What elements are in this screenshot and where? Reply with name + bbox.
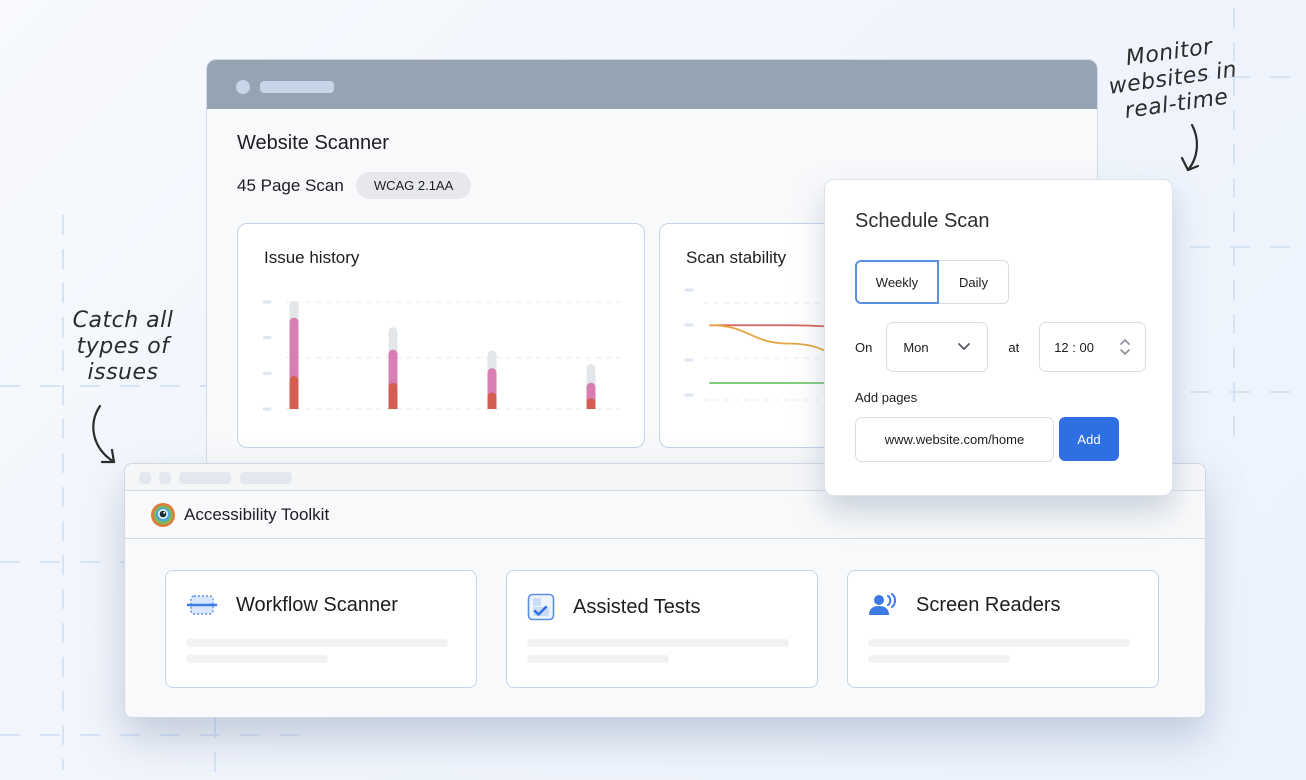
tool-label: Screen Readers <box>916 593 1061 616</box>
window-title-placeholder <box>260 81 334 93</box>
skeleton-line <box>186 639 448 647</box>
schedule-scan-dialog: Schedule Scan Weekly Daily On Mon at 12 … <box>824 179 1173 496</box>
annotation-line: issues <box>87 360 159 385</box>
toolkit-title: Accessibility Toolkit <box>184 504 330 524</box>
tool-card-screen-readers[interactable]: Screen Readers <box>847 570 1159 688</box>
grid-line <box>1190 246 1306 248</box>
at-label: at <box>1008 339 1020 355</box>
skeleton-line <box>868 655 1010 663</box>
window-dot <box>236 80 250 94</box>
wcag-badge: WCAG 2.1AA <box>355 172 472 199</box>
bar-base <box>487 405 497 409</box>
issue-history-card: Issue history <box>237 223 645 448</box>
scanner-title: Website Scanner <box>237 132 389 154</box>
window-titlebar <box>207 60 1097 109</box>
grid-line <box>1190 391 1306 393</box>
stepper-arrows-icon[interactable] <box>1119 338 1131 356</box>
skeleton-line <box>527 639 789 647</box>
day-value: Mon <box>903 339 929 355</box>
schedule-time-row: On Mon at 12 : 00 <box>855 322 1147 372</box>
tab-placeholder[interactable] <box>240 472 292 484</box>
annotation-line: Catch all <box>72 308 174 333</box>
issue-history-chart <box>262 300 623 411</box>
grid-line <box>214 718 216 778</box>
monitor-annotation: Monitor websites in real-time <box>1093 30 1252 128</box>
tool-card-assisted-tests[interactable]: Assisted Tests <box>506 570 818 688</box>
chevron-down-icon <box>958 343 971 350</box>
bar-base <box>289 405 299 409</box>
page-scan-count: 45 Page Scan <box>237 175 344 195</box>
scanner-icon <box>187 595 217 615</box>
checkbox-icon <box>527 593 555 621</box>
catch-annotation: Catch all types of issues <box>58 308 188 386</box>
speaker-person-icon <box>869 593 896 615</box>
arrow-down-icon <box>1180 123 1200 172</box>
page-url-input[interactable] <box>855 417 1054 462</box>
daily-option[interactable]: Daily <box>939 260 1009 304</box>
grid-line <box>62 215 64 770</box>
tool-card-workflow-scanner[interactable]: Workflow Scanner <box>165 570 477 688</box>
window-control[interactable] <box>139 472 151 484</box>
bar-base <box>388 405 398 409</box>
toolkit-logo-icon <box>151 502 175 527</box>
skeleton-line <box>186 655 328 663</box>
time-stepper[interactable]: 12 : 00 <box>1039 322 1147 372</box>
day-select[interactable]: Mon <box>886 322 989 372</box>
time-value: 12 : 00 <box>1054 339 1094 355</box>
accessibility-toolkit-window: Accessibility Toolkit Workflow Scanner A… <box>124 463 1206 718</box>
tool-label: Assisted Tests <box>573 595 701 618</box>
bar-critical <box>289 375 299 409</box>
scan-meta: 45 Page Scan WCAG 2.1AA <box>237 172 472 199</box>
toolkit-header: Accessibility Toolkit <box>125 491 1205 539</box>
arrow-curve-icon <box>92 404 116 464</box>
skeleton-line <box>868 639 1130 647</box>
schedule-title: Schedule Scan <box>855 210 990 232</box>
skeleton-line <box>527 655 669 663</box>
annotation-line: types of <box>76 334 170 359</box>
tab-placeholder[interactable] <box>179 472 231 484</box>
on-label: On <box>855 339 873 355</box>
frequency-toggle: Weekly Daily <box>855 260 1009 304</box>
grid-line <box>0 734 300 736</box>
window-control[interactable] <box>159 472 171 484</box>
bar-base <box>586 405 596 409</box>
weekly-option[interactable]: Weekly <box>855 260 939 304</box>
add-pages-label: Add pages <box>855 390 918 405</box>
tool-label: Workflow Scanner <box>236 593 398 616</box>
add-page-button[interactable]: Add <box>1059 417 1119 461</box>
